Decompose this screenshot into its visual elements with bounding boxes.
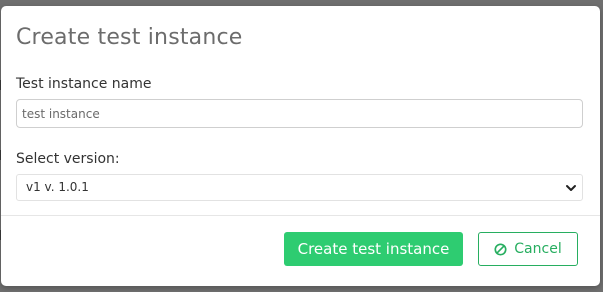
- create-test-instance-button[interactable]: Create test instance: [284, 232, 463, 266]
- create-test-instance-dialog: Create test instance Test instance name …: [1, 6, 600, 286]
- test-instance-name-label: Test instance name: [16, 76, 152, 92]
- chevron-down-icon: [566, 185, 576, 191]
- cancel-button-label: Cancel: [514, 241, 562, 257]
- footer-divider: [1, 215, 600, 216]
- select-version-label: Select version:: [16, 151, 120, 167]
- cancel-button[interactable]: Cancel: [478, 232, 578, 266]
- ban-icon: [494, 242, 507, 256]
- version-select-value: v1 v. 1.0.1: [26, 180, 89, 194]
- dialog-title: Create test instance: [16, 25, 243, 50]
- version-select[interactable]: v1 v. 1.0.1: [16, 174, 583, 201]
- test-instance-name-input[interactable]: [16, 99, 583, 128]
